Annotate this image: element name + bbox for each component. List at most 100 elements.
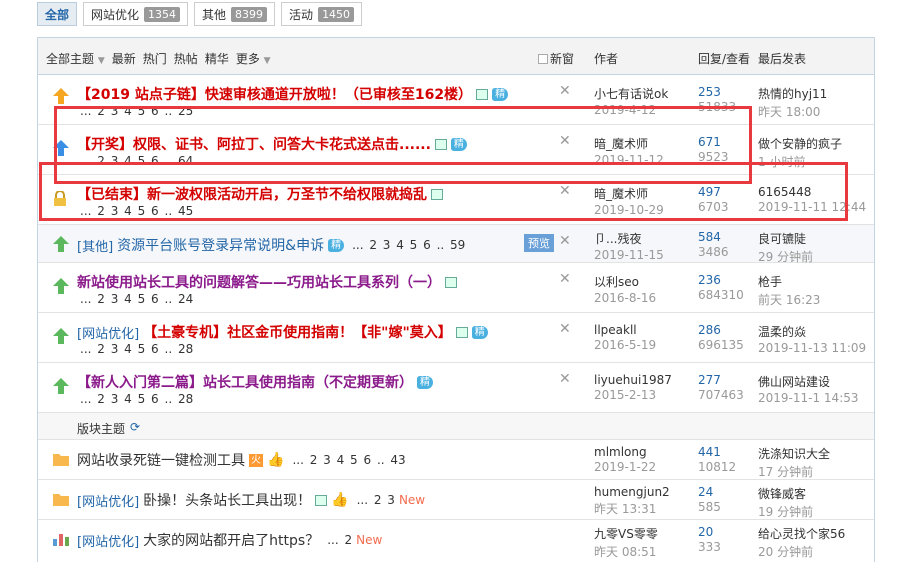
close-icon[interactable]: ✕ (559, 321, 571, 337)
page-links[interactable]: ... 2 3 4 5 6 .. 43 (292, 453, 405, 467)
thread-author[interactable]: liyuehui1987 2015-2-13 (594, 373, 672, 402)
filter-hot-posts[interactable]: 热帖 (174, 50, 198, 67)
thumb-up-icon: 👍 (267, 452, 285, 468)
reply-view-count: 24 585 (698, 485, 721, 514)
thread-title[interactable]: 【新人入门第二篇】站长工具使用指南（不定期更新）精 (77, 372, 433, 392)
tab-label: 全部 (45, 7, 70, 22)
page-links[interactable]: ... 2 3 4 5 6 .. 59 (352, 238, 465, 252)
filter-newest[interactable]: 最新 (112, 50, 136, 67)
tab-label: 网站优化 (91, 7, 140, 22)
thread-author[interactable]: mlmlong 2019-1-22 (594, 445, 656, 474)
chevron-down-icon: ▼ (97, 56, 105, 66)
page-links[interactable]: ... 2 3 (357, 493, 395, 507)
pin-icon (53, 378, 69, 394)
pin-icon (53, 236, 69, 252)
thread-list-header: 全部主题 ▼ 最新 热门 热帖 精华 更多 ▼ 新窗 作者 回复/查看 最后发表 (38, 38, 874, 75)
table-row: [其他] 资源平台账号登录异常说明&申诉精... 2 3 4 5 6 .. 59 … (38, 225, 874, 265)
thread-author[interactable]: humengjun2 昨天 13:31 (594, 485, 670, 517)
new-badge: New (356, 533, 383, 547)
tab-count: 1354 (144, 6, 181, 22)
col-last-post: 最后发表 (758, 52, 807, 66)
folder-icon (53, 494, 69, 506)
last-post[interactable]: 洗涤知识大全 17 分钟前 (758, 445, 830, 480)
hot-badge: 火 (249, 453, 263, 467)
image-icon (445, 276, 457, 288)
filter-tabs: 全部 网站优化 1354 其他 8399 活动 1450 (37, 2, 363, 27)
pin-icon (53, 328, 69, 344)
digest-badge: 精 (417, 375, 433, 389)
thread-title[interactable]: [网站优化] 【土豪专机】社区金币使用指南！【非"嫁"莫入】精 (77, 322, 488, 342)
pin-up-icon (53, 88, 69, 104)
filter-hot[interactable]: 热门 (143, 50, 167, 67)
page-links[interactable]: ... 2 (327, 533, 352, 547)
reply-view-count: 286 696135 (698, 323, 744, 352)
image-icon (476, 88, 489, 100)
table-row: 网站收录死链一键检测工具火 👍... 2 3 4 5 6 .. 43 mlmlon… (38, 440, 874, 480)
last-post[interactable]: 佛山网站建设 2019-11-1 14:53 (758, 373, 859, 405)
chevron-down-icon: ▼ (263, 56, 271, 66)
last-post[interactable]: 微锋威客 19 分钟前 (758, 485, 813, 520)
thread-title[interactable]: 网站收录死链一键检测工具火 👍... 2 3 4 5 6 .. 43 (77, 450, 406, 470)
more-dropdown[interactable]: 更多 ▼ (236, 50, 271, 67)
tab-events[interactable]: 活动 1450 (281, 2, 363, 26)
table-row: [网站优化] 大家的网站都开启了https？... 2 New 九零VS零零 昨天 0… (38, 520, 874, 560)
folder-icon (53, 454, 69, 466)
table-row: [网站优化] 【土豪专机】社区金币使用指南！【非"嫁"莫入】精 ... 2 3 4… (38, 313, 874, 363)
thread-author[interactable]: 九零VS零零 昨天 08:51 (594, 525, 658, 560)
pin-icon (53, 278, 69, 294)
tab-all[interactable]: 全部 (37, 2, 78, 26)
col-reply-view: 回复/查看 (698, 52, 751, 66)
new-badge: New (398, 493, 426, 507)
checkbox[interactable] (538, 53, 548, 64)
tab-count: 8399 (231, 6, 268, 22)
reply-view-count: 277 707463 (698, 373, 744, 402)
image-icon (455, 326, 468, 338)
refresh-icon[interactable]: ⟳ (130, 420, 140, 434)
reply-view-count: 441 10812 (698, 445, 737, 474)
section-header: 版块主题 ⟳ (38, 413, 874, 440)
page-links[interactable]: ... 2 3 4 5 6 .. 28 (80, 392, 193, 406)
preview-button[interactable]: 预览 (524, 234, 554, 252)
table-row: [网站优化] 卧操！头条站长工具出现！ 👍... 2 3 New humengjun2… (38, 480, 874, 520)
tab-other[interactable]: 其他 8399 (194, 2, 276, 26)
last-post[interactable]: 给心灵找个家56 20 分钟前 (758, 525, 845, 560)
page-links[interactable]: ... 2 3 4 5 6 .. 28 (80, 342, 193, 356)
digest-badge: 精 (328, 238, 345, 252)
highlight-box (39, 162, 848, 221)
tab-label: 其他 (202, 7, 227, 22)
filter-links: 全部主题 ▼ 最新 热门 热帖 精华 更多 ▼ (46, 50, 271, 67)
reply-view-count: 236 684310 (698, 273, 744, 302)
filter-digest[interactable]: 精华 (205, 50, 229, 67)
thread-title[interactable]: [网站优化] 大家的网站都开启了https？... 2 New (77, 530, 382, 550)
close-icon[interactable]: ✕ (559, 83, 571, 99)
thread-title[interactable]: [其他] 资源平台账号登录异常说明&申诉精... 2 3 4 5 6 .. 59 (77, 235, 465, 255)
tab-seo[interactable]: 网站优化 1354 (83, 2, 189, 26)
image-icon (315, 494, 328, 506)
last-post[interactable]: 温柔的焱 2019-11-13 11:09 (758, 323, 866, 355)
table-row: 【新人入门第二篇】站长工具使用指南（不定期更新）精 ... 2 3 4 5 6 … (38, 363, 874, 413)
close-icon[interactable]: ✕ (559, 371, 571, 387)
tab-label: 活动 (289, 7, 314, 22)
last-post[interactable]: 良可镳陡 29 分钟前 (758, 230, 813, 265)
thread-author[interactable]: 以利seo 2016-8-16 (594, 273, 656, 305)
digest-badge: 精 (471, 325, 488, 339)
thread-title[interactable]: 新站使用站长工具的问题解答——巧用站长工具系列（一） (77, 272, 457, 292)
close-icon[interactable]: ✕ (559, 233, 571, 249)
last-post[interactable]: 枪手 前天 16:23 (758, 273, 820, 308)
thumb-up-icon: 👍 (331, 492, 349, 508)
tab-count: 1450 (318, 6, 355, 22)
reply-view-count: 20 333 (698, 525, 721, 554)
table-row: 新站使用站长工具的问题解答——巧用站长工具系列（一） ... 2 3 4 5 6… (38, 263, 874, 313)
digest-badge: 精 (492, 87, 509, 101)
col-author: 作者 (594, 52, 619, 66)
all-topics-dropdown[interactable]: 全部主题 ▼ (46, 50, 105, 67)
thread-author[interactable]: llpeakll 2016-5-19 (594, 323, 656, 352)
page-links[interactable]: ... 2 3 4 5 6 .. 24 (80, 292, 193, 306)
last-post[interactable]: 热情的hyj11 昨天 18:00 (758, 85, 827, 120)
new-window-toggle[interactable]: 新窗 (538, 50, 574, 67)
thread-title[interactable]: [网站优化] 卧操！头条站长工具出现！ 👍... 2 3 New (77, 490, 425, 510)
poll-icon (53, 534, 69, 546)
close-icon[interactable]: ✕ (559, 271, 571, 287)
thread-title[interactable]: 【2019 站点子链】快速审核通道开放啦！（已审核至162楼）精 (77, 84, 509, 104)
thread-author[interactable]: 卩...残夜 2019-11-15 (594, 230, 664, 262)
